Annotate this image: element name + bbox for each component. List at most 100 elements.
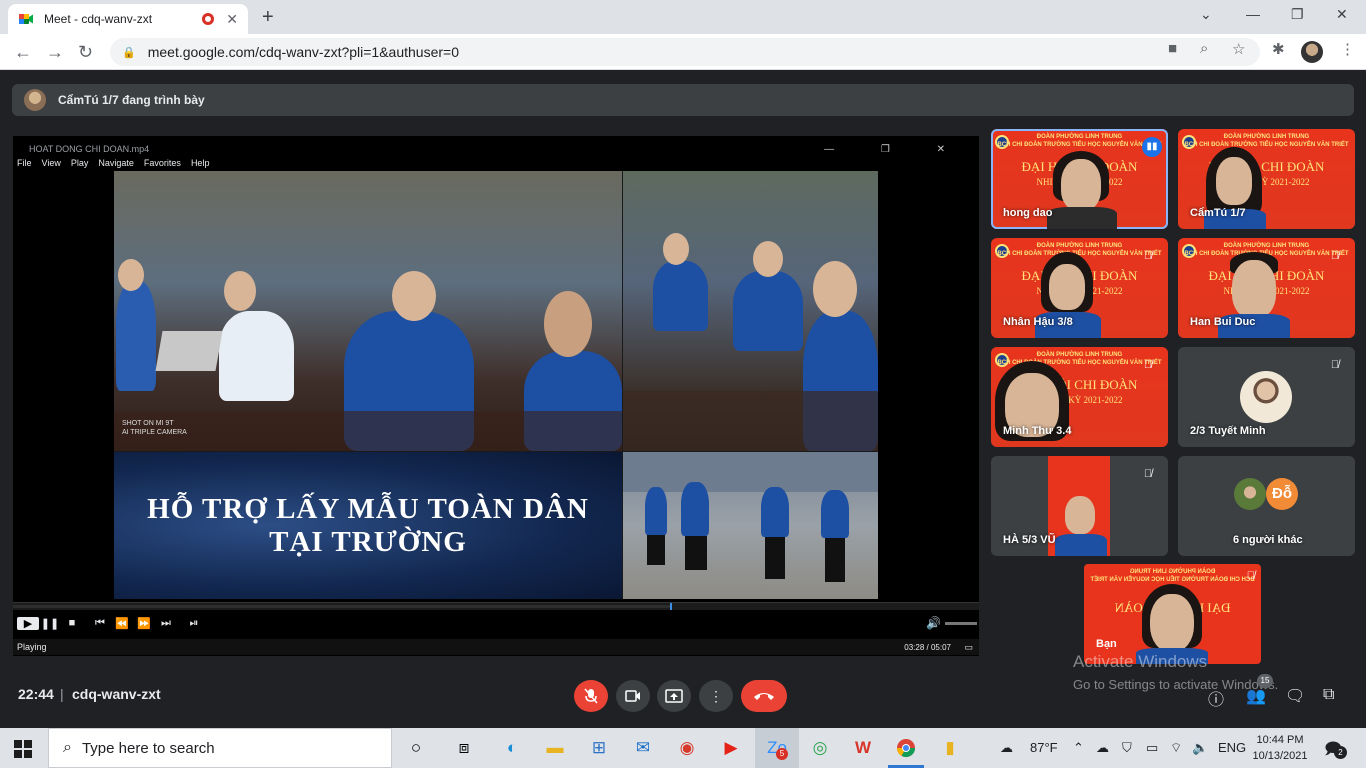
others-count: 6 người khác bbox=[1233, 534, 1303, 546]
self-view-tile[interactable]: ĐOÀN PHƯỜNG LINH TRUNG BCH CHI ĐOÀN TRƯỜN… bbox=[1084, 564, 1261, 664]
pause-icon[interactable]: ❚❚ bbox=[39, 617, 61, 630]
mic-off-icon: 🎙̸ bbox=[1143, 359, 1153, 371]
others-tile[interactable]: Đỗ 6 người khác bbox=[1178, 456, 1355, 556]
extensions-icon[interactable]: ✱ bbox=[1272, 40, 1285, 58]
taskbar-clock[interactable]: 10:44 PM 10/13/2021 bbox=[1252, 732, 1308, 764]
people-icon[interactable]: 👥 bbox=[1246, 686, 1266, 706]
speaking-icon: ▮▮ bbox=[1142, 137, 1162, 157]
seek-knob[interactable] bbox=[669, 603, 672, 610]
app-green-icon[interactable]: ◎ bbox=[808, 736, 832, 760]
maximize-icon[interactable]: ❐ bbox=[1291, 6, 1304, 23]
presenting-text: CẩmTú 1/7 đang trình bày bbox=[58, 93, 205, 107]
participant-tile[interactable]: ĐOÀN PHƯỜNG LINH TRUNGBCH CHI ĐOÀN TRƯỜN… bbox=[1178, 129, 1355, 229]
zoom-icon[interactable]: ⌕ bbox=[1200, 40, 1208, 57]
volume-slider[interactable] bbox=[945, 622, 977, 625]
bookmark-star-icon[interactable]: ☆ bbox=[1232, 40, 1245, 58]
play-icon[interactable]: ▶ bbox=[17, 616, 39, 630]
menu-kebab-icon[interactable]: ⋮ bbox=[1340, 40, 1355, 58]
video-caption-line2: TẠI TRƯỜNG bbox=[269, 525, 467, 558]
task-view-icon[interactable]: ⧈ bbox=[452, 736, 476, 760]
activate-windows-title: Activate Windows bbox=[1073, 652, 1208, 671]
camera-icon[interactable]: ■ bbox=[1168, 40, 1177, 57]
player-menubar: File View Play Navigate Favorites Help bbox=[13, 158, 209, 172]
youtube-icon[interactable]: ▶ bbox=[719, 736, 743, 760]
player-controls: ▶ ❚❚ ■ ⏮ ⏪ ⏩ ⏭ ⏯ 🔊 bbox=[13, 612, 979, 634]
leave-call-button[interactable] bbox=[741, 680, 787, 712]
present-button[interactable] bbox=[657, 680, 691, 712]
participant-tile[interactable]: ĐOÀN PHƯỜNG LINH TRUNGBCH CHI ĐOÀN TRƯỜN… bbox=[1178, 238, 1355, 338]
tab-search-icon[interactable]: ⌄ bbox=[1200, 6, 1212, 23]
minimize-icon[interactable]: — bbox=[1246, 6, 1260, 22]
windows-taskbar: ⌕ Type here to search ○ ⧈ ◐ ▬ ⊞ ✉ ◉ ▶ Zo… bbox=[0, 728, 1366, 768]
camera-watermark: SHOT ON MI 9T AI TRIPLE CAMERA bbox=[122, 420, 187, 436]
reload-icon[interactable]: ↻ bbox=[78, 42, 93, 63]
tab-meet[interactable]: Meet - cdq-wanv-zxt ✕ bbox=[8, 4, 248, 34]
separator: | bbox=[60, 686, 64, 702]
participant-tile[interactable]: ĐOÀN PHƯỜNG LINH TRUNGBCH CHI ĐOÀN TRƯỜN… bbox=[991, 347, 1168, 447]
onedrive-icon[interactable]: ☁ bbox=[1096, 740, 1109, 756]
address-bar[interactable]: 🔒 meet.google.com/cdq-wanv-zxt?pli=1&aut… bbox=[110, 38, 1260, 66]
meeting-code: cdq-wanv-zxt bbox=[72, 686, 161, 702]
fast-forward-icon[interactable]: ⏩ bbox=[133, 617, 155, 630]
window-close-icon[interactable]: ✕ bbox=[1336, 6, 1348, 23]
volume-icon[interactable]: 🔊 bbox=[926, 616, 941, 630]
rewind-icon[interactable]: ⏪ bbox=[111, 617, 133, 630]
mic-toggle-button[interactable] bbox=[574, 680, 608, 712]
skip-forward-icon[interactable]: ⏭ bbox=[155, 617, 177, 630]
seek-bar[interactable] bbox=[13, 602, 979, 610]
notes-app-icon[interactable]: ▮ bbox=[938, 736, 962, 760]
presenter-avatar bbox=[24, 89, 46, 111]
participant-name: Nhân Hậu 3/8 bbox=[1003, 316, 1073, 328]
participant-tile[interactable]: 🎙̸ 2/3 Tuyết Minh bbox=[1178, 347, 1355, 447]
more-options-button[interactable]: ⋮ bbox=[699, 680, 733, 712]
security-icon[interactable]: ⛉ bbox=[1122, 740, 1132, 756]
hang-up-icon bbox=[754, 693, 774, 700]
app-red-icon[interactable]: ◉ bbox=[675, 736, 699, 760]
frame-step-icon[interactable]: ⏯ bbox=[183, 617, 205, 630]
menu-file[interactable]: File bbox=[17, 158, 32, 172]
mic-off-icon: 🎙̸ bbox=[1143, 250, 1153, 262]
forward-icon[interactable]: → bbox=[46, 42, 64, 63]
store-icon[interactable]: ⊞ bbox=[587, 736, 611, 760]
close-tab-icon[interactable]: ✕ bbox=[226, 11, 238, 28]
taskbar-search-box[interactable]: ⌕ Type here to search bbox=[48, 728, 392, 768]
camera-toggle-button[interactable] bbox=[616, 680, 650, 712]
video-photo-outdoor bbox=[623, 452, 878, 599]
aspect-icon[interactable]: ▭ bbox=[964, 642, 973, 653]
participant-tile[interactable]: 🎙̸ HÀ 5/3 VŨ bbox=[991, 456, 1168, 556]
chrome-icon[interactable] bbox=[894, 736, 918, 760]
activities-icon[interactable]: ⧉ bbox=[1323, 686, 1334, 704]
weather-icon[interactable]: ☁ bbox=[1000, 740, 1013, 756]
player-title: HOAT DONG CHI DOAN.mp4 bbox=[29, 144, 150, 154]
volume-tray-icon[interactable]: 🔈 bbox=[1192, 740, 1208, 756]
new-tab-button[interactable]: + bbox=[262, 6, 274, 29]
edge-icon[interactable]: ◐ bbox=[500, 736, 524, 760]
menu-favorites[interactable]: Favorites bbox=[144, 158, 181, 172]
profile-avatar[interactable] bbox=[1301, 41, 1323, 63]
video-photo-desk: SHOT ON MI 9T AI TRIPLE CAMERA bbox=[114, 171, 622, 451]
back-icon[interactable]: ← bbox=[14, 42, 32, 63]
wps-icon[interactable]: W bbox=[851, 736, 875, 760]
language-indicator[interactable]: ENG bbox=[1218, 740, 1246, 755]
menu-play[interactable]: Play bbox=[71, 158, 89, 172]
recording-icon bbox=[202, 13, 215, 25]
tray-chevron-icon[interactable]: ⌃ bbox=[1073, 740, 1084, 756]
mail-icon[interactable]: ✉ bbox=[631, 736, 655, 760]
menu-help[interactable]: Help bbox=[191, 158, 210, 172]
player-titlebar: HOAT DONG CHI DOAN.mp4 — ❐ ✕ bbox=[13, 140, 979, 158]
menu-navigate[interactable]: Navigate bbox=[98, 158, 134, 172]
battery-icon[interactable]: ▭ bbox=[1146, 740, 1158, 756]
notification-count: 2 bbox=[1334, 746, 1347, 759]
windows-start-icon[interactable] bbox=[14, 740, 32, 758]
participant-tile[interactable]: ĐOÀN PHƯỜNG LINH TRUNGBCH CHI ĐOÀN TRƯỜN… bbox=[991, 129, 1168, 229]
chat-icon[interactable]: 🗨 bbox=[1285, 686, 1305, 706]
participant-avatar bbox=[1234, 478, 1266, 510]
file-explorer-icon[interactable]: ▬ bbox=[543, 736, 567, 760]
meeting-info-icon[interactable]: ⓘ bbox=[1208, 686, 1224, 710]
network-icon[interactable]: ⌔ bbox=[1170, 740, 1182, 756]
skip-back-icon[interactable]: ⏮ bbox=[89, 617, 111, 630]
cortana-icon[interactable]: ○ bbox=[404, 736, 428, 760]
menu-view[interactable]: View bbox=[42, 158, 61, 172]
participant-tile[interactable]: ĐOÀN PHƯỜNG LINH TRUNGBCH CHI ĐOÀN TRƯỜN… bbox=[991, 238, 1168, 338]
stop-icon[interactable]: ■ bbox=[61, 617, 83, 629]
